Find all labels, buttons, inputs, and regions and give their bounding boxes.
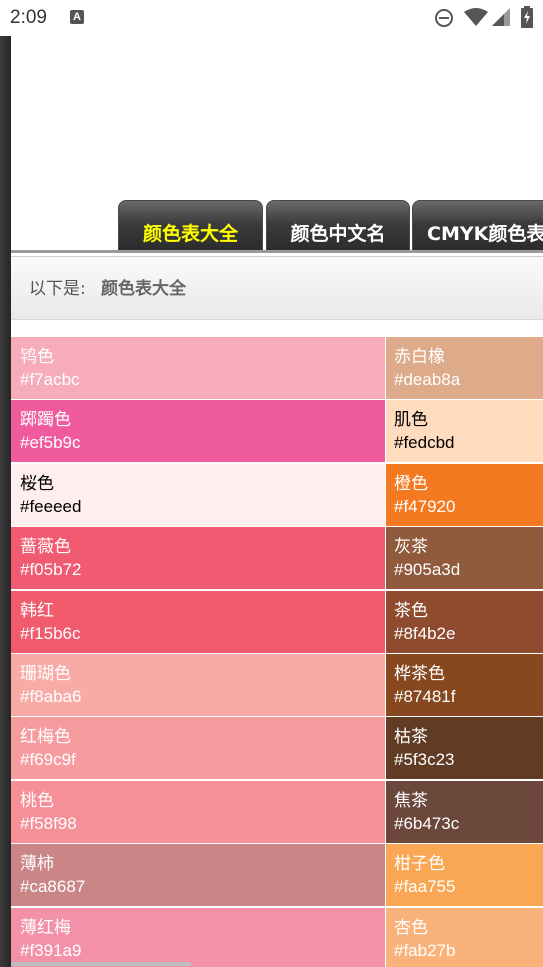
color-name: 薄红梅 [20,917,71,938]
color-hex: #8f4b2e [394,623,456,643]
color-cell[interactable]: 红梅色 #f69c9f [11,717,385,780]
tab-strip-divider [11,250,543,253]
color-name: 杏色 [394,917,428,938]
color-cell[interactable]: 鸨色 #f7acbc [11,337,385,399]
color-name: 枯茶 [394,727,428,748]
color-cell[interactable]: 桃色 #f58f98 [11,780,385,843]
color-hex: #6b473c [394,813,460,833]
color-hex: #f58f98 [20,813,77,833]
tab-chinese-color-names[interactable]: 颜色中文名 [266,200,410,253]
color-cell[interactable]: 杏色 #fab27b [386,907,543,967]
tab-cmyk-table[interactable]: CMYK颜色表 [412,200,543,252]
color-hex: #f8aba6 [20,686,82,706]
color-cell[interactable]: 赤白橡 #deab8a [386,337,543,399]
color-cell[interactable]: 橙色 #f47920 [386,463,543,526]
color-name: 薄柿 [20,854,54,875]
info-prefix: 以下是: [29,279,86,299]
color-column-right: 赤白橡 #deab8a 肌色 #fedcbd 橙色 #f47920 灰茶 #905a3d 茶色 #… [386,337,543,967]
color-name: 韩红 [20,600,54,621]
tab-color-table[interactable]: 颜色表大全 [118,200,263,253]
color-name: 橙色 [394,473,428,494]
color-name: 蔷薇色 [20,537,71,558]
info-title: 颜色表大全 [101,279,186,299]
color-cell[interactable]: 肌色 #fedcbd [386,400,543,463]
color-hex: #fedcbd [394,433,455,453]
color-name: 灰茶 [394,537,428,558]
color-column-left: 鸨色 #f7acbc 踯躅色 #ef5b9c 桜色 #feeeed 蔷薇色 #f05b72 韩红… [11,337,385,967]
color-hex: #f05b72 [20,560,82,580]
color-name: 桃色 [20,790,54,811]
color-cell[interactable]: 茶色 #8f4b2e [386,590,543,653]
color-cell[interactable]: 枯茶 #5f3c23 [386,717,543,780]
color-name: 赤白橡 [394,347,445,367]
color-name: 茶色 [394,600,428,621]
color-cell[interactable]: 桦茶色 #87481f [386,653,543,716]
color-grid: 鸨色 #f7acbc 踯躅色 #ef5b9c 桜色 #feeeed 蔷薇色 #f05b72 韩红… [11,337,543,967]
color-hex: #feeeed [20,496,82,516]
color-hex: #905a3d [394,560,461,580]
info-bar: 以下是: 颜色表大全 [11,256,543,320]
color-name: 桦茶色 [394,663,445,684]
color-hex: #f391a9 [20,940,82,960]
color-name: 鸨色 [20,347,54,367]
color-cell[interactable]: 韩红 #f15b6c [11,590,385,653]
color-hex: #faa755 [394,877,456,897]
color-hex: #f15b6c [20,623,81,643]
color-cell[interactable]: 蔷薇色 #f05b72 [11,527,385,590]
color-hex: #ca8687 [20,877,86,897]
color-cell[interactable]: 柑子色 #faa755 [386,844,543,907]
color-hex: #f69c9f [20,750,76,770]
left-edge-bar [0,36,11,967]
color-cell[interactable]: 灰茶 #905a3d [386,527,543,590]
color-name: 焦茶 [394,790,428,811]
color-cell[interactable]: 薄红梅 #f391a9 [11,907,385,967]
color-cell[interactable]: 踯躅色 #ef5b9c [11,400,385,463]
do-not-disturb-icon [435,9,453,27]
color-name: 桜色 [20,473,54,494]
color-cell[interactable]: 焦茶 #6b473c [386,780,543,843]
color-hex: #87481f [394,686,456,706]
color-name: 红梅色 [20,727,71,748]
battery-charging-icon [521,6,533,28]
color-hex: #5f3c23 [394,750,455,770]
color-name: 珊瑚色 [20,663,71,684]
cell-signal-icon [492,8,510,26]
notification-app-icon: A [70,10,84,24]
color-name: 踯躅色 [20,410,71,431]
color-hex: #deab8a [394,370,461,389]
color-hex: #ef5b9c [20,433,81,453]
color-cell[interactable]: 桜色 #feeeed [11,463,385,526]
color-name: 柑子色 [394,854,445,875]
wifi-icon [464,8,488,26]
color-hex: #fab27b [394,940,456,960]
color-cell[interactable]: 薄柿 #ca8687 [11,844,385,907]
color-hex: #f7acbc [20,370,80,389]
scroll-indicator [11,962,191,966]
status-bar: 2:09 A [0,0,543,36]
status-time: 2:09 [10,7,47,28]
color-cell[interactable]: 珊瑚色 #f8aba6 [11,653,385,716]
color-hex: #f47920 [394,496,456,516]
color-name: 肌色 [394,410,428,431]
